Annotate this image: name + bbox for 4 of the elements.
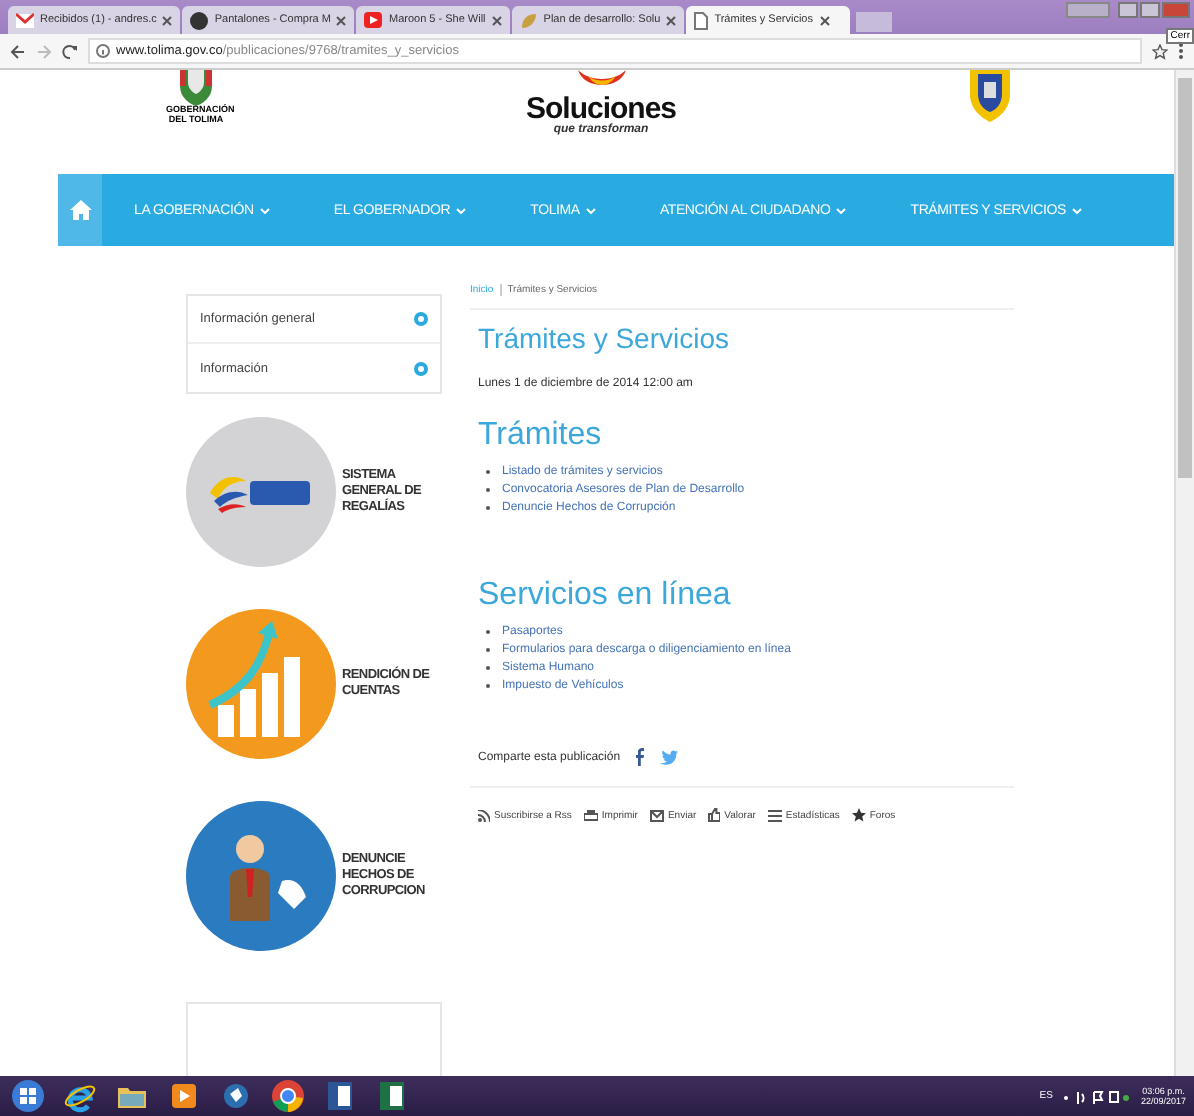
section-heading: Trámites <box>478 418 604 454</box>
page-title: Trámites y Servicios <box>478 322 732 354</box>
brand-name: Soluciones <box>525 94 677 124</box>
section-heading: Servicios en línea <box>478 578 733 614</box>
